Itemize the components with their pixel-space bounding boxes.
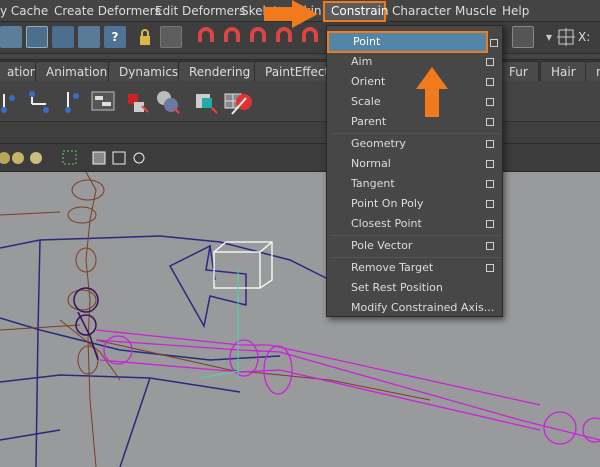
- menu-item-tangent-label: Tangent: [351, 177, 395, 190]
- tab-animation[interactable]: Animation: [35, 61, 119, 81]
- menu-item-set-rest-position-label: Set Rest Position: [351, 281, 443, 294]
- joint-tool-icon[interactable]: [0, 88, 26, 116]
- menu-item-point-on-poly-label: Point On Poly: [351, 197, 424, 210]
- menu-item-aim[interactable]: Aim: [327, 52, 502, 72]
- menu-item-point-label: Point: [353, 35, 381, 48]
- tab-more[interactable]: n: [585, 61, 600, 81]
- tab-dynamics[interactable]: Dynamics: [108, 61, 190, 81]
- menu-item-remove-target[interactable]: Remove Target: [327, 258, 502, 278]
- option-box-icon[interactable]: [486, 200, 494, 208]
- menu-item-geometry-label: Geometry: [351, 137, 406, 150]
- option-box-icon[interactable]: [490, 39, 498, 47]
- shelf-icons: [0, 82, 600, 122]
- menu-item-tangent[interactable]: Tangent: [327, 174, 502, 194]
- menu-item-closest-point-label: Closest Point: [351, 217, 422, 230]
- menu-item-closest-point[interactable]: Closest Point: [327, 214, 502, 234]
- menu-item-remove-target-label: Remove Target: [351, 261, 434, 274]
- menu-item-scale-label: Scale: [351, 95, 381, 108]
- option-box-icon[interactable]: [486, 242, 494, 250]
- option-box-icon[interactable]: [486, 58, 494, 66]
- option-box-icon[interactable]: [486, 118, 494, 126]
- snap-plane-icon[interactable]: [273, 26, 295, 48]
- menu-item-orient-label: Orient: [351, 75, 386, 88]
- option-box-icon[interactable]: [486, 264, 494, 272]
- tab-rendering[interactable]: Rendering: [178, 61, 262, 81]
- menu-item-pole-vector-label: Pole Vector: [351, 239, 413, 252]
- option-box-icon[interactable]: [486, 98, 494, 106]
- menu-constrain[interactable]: Constrain: [331, 0, 389, 22]
- menu-item-point[interactable]: Point: [327, 31, 498, 53]
- snap-curve-icon[interactable]: [221, 26, 243, 48]
- help-question-icon[interactable]: ?: [104, 26, 126, 48]
- paint-tool-icon[interactable]: [228, 88, 254, 116]
- option-box-icon[interactable]: [486, 220, 494, 228]
- menu-item-parent[interactable]: Parent: [327, 112, 502, 132]
- menu-item-normal-label: Normal: [351, 157, 391, 170]
- menu-cache[interactable]: y Cache: [0, 0, 48, 22]
- menu-help[interactable]: Help: [502, 0, 529, 22]
- menu-item-aim-label: Aim: [351, 55, 373, 68]
- snap-point-icon[interactable]: [247, 26, 269, 48]
- ik-handle-icon[interactable]: [28, 88, 54, 116]
- constrain-dropdown-menu: Point Aim Orient Scale Parent Geometry N…: [326, 25, 503, 317]
- menu-item-orient[interactable]: Orient: [327, 72, 502, 92]
- menu-item-pole-vector[interactable]: Pole Vector: [327, 236, 502, 256]
- tab-fur[interactable]: Fur: [498, 61, 539, 81]
- smooth-bind-icon[interactable]: [154, 88, 180, 116]
- option-box-icon[interactable]: [486, 78, 494, 86]
- menu-item-modify-constrained-axis[interactable]: Modify Constrained Axis...: [327, 298, 502, 318]
- coord-x-label: X:: [578, 30, 591, 44]
- menu-muscle[interactable]: Muscle: [455, 0, 497, 22]
- menu-item-modify-constrained-axis-label: Modify Constrained Axis...: [351, 301, 495, 314]
- option-box-icon[interactable]: [486, 160, 494, 168]
- hypergraph-icon[interactable]: [90, 88, 116, 116]
- shading-ball-icons[interactable]: [0, 152, 42, 164]
- select-component-icon[interactable]: [52, 26, 74, 48]
- select-object-icon[interactable]: [26, 26, 48, 48]
- option-box-icon[interactable]: [486, 180, 494, 188]
- lock-icon[interactable]: [134, 26, 156, 48]
- snap-surface-icon[interactable]: [299, 26, 321, 48]
- menu-item-point-on-poly[interactable]: Point On Poly: [327, 194, 502, 214]
- menu-item-scale[interactable]: Scale: [327, 92, 502, 112]
- select-hierarchy-icon[interactable]: [0, 26, 22, 48]
- panel-toolbar: [0, 144, 600, 172]
- option-box-icon[interactable]: [486, 140, 494, 148]
- paint-weights-icon[interactable]: [192, 88, 218, 116]
- menu-item-set-rest-position[interactable]: Set Rest Position: [327, 278, 502, 298]
- menu-create-deformers[interactable]: Create Deformers: [54, 0, 161, 22]
- render-settings-icon[interactable]: [512, 26, 534, 48]
- input-box-icon[interactable]: [556, 26, 578, 48]
- ik-spline-icon[interactable]: [58, 88, 84, 116]
- tab-hair[interactable]: Hair: [540, 61, 587, 81]
- right-arrow-icon: [264, 0, 318, 28]
- select-by-camera-icon[interactable]: [160, 26, 182, 48]
- shelf-tabs: ation Animation Dynamics Rendering Paint…: [0, 59, 600, 81]
- menu-edit-deformers[interactable]: Edit Deformers: [155, 0, 245, 22]
- shelf-separator: [0, 122, 600, 144]
- 3d-viewport[interactable]: [0, 172, 600, 467]
- menu-item-parent-label: Parent: [351, 115, 387, 128]
- select-points-icon[interactable]: [78, 26, 100, 48]
- menu-item-normal[interactable]: Normal: [327, 154, 502, 174]
- menu-character[interactable]: Character: [392, 0, 451, 22]
- menu-item-geometry[interactable]: Geometry: [327, 134, 502, 154]
- up-arrow-icon: [416, 67, 448, 117]
- snap-grid-icon[interactable]: [195, 26, 217, 48]
- bind-skin-icon[interactable]: [124, 88, 150, 116]
